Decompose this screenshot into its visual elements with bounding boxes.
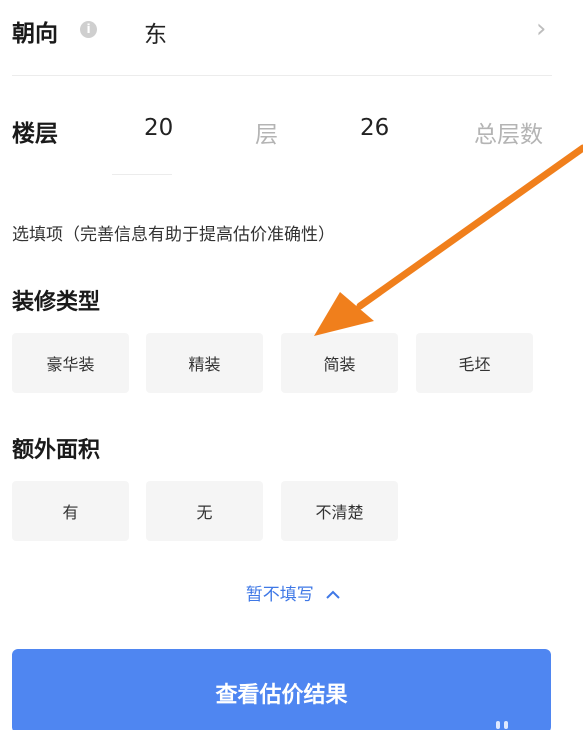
extra-area-title: 额外面积: [12, 438, 101, 463]
total-floors-input[interactable]: 26: [360, 115, 389, 141]
total-floors-unit: 总层数: [474, 122, 543, 148]
chevron-up-icon: [325, 585, 341, 605]
chevron-right-icon: ›: [536, 14, 547, 44]
floor-row: 楼层 20 层 26 总层数: [0, 100, 583, 160]
extra-area-option-no[interactable]: 无: [146, 481, 263, 541]
floor-unit: 层: [255, 122, 278, 148]
decoration-title: 装修类型: [12, 290, 101, 315]
info-icon[interactable]: i: [80, 21, 97, 38]
grip-icon: [496, 719, 512, 730]
orientation-value: 东: [144, 22, 167, 48]
decoration-option-simple[interactable]: 简装: [281, 333, 398, 393]
extra-area-option-yes[interactable]: 有: [12, 481, 129, 541]
orientation-row[interactable]: 朝向 i 东 ›: [0, 0, 583, 76]
divider: [12, 75, 552, 76]
collapse-label: 暂不填写: [245, 585, 314, 605]
extra-area-option-unsure[interactable]: 不清楚: [281, 481, 398, 541]
optional-hint: 选填项（完善信息有助于提高估价准确性）: [12, 225, 335, 245]
collapse-link[interactable]: 暂不填写: [0, 580, 583, 605]
decoration-option-rough[interactable]: 毛坯: [416, 333, 533, 393]
orientation-label: 朝向: [12, 21, 58, 47]
decoration-option-luxury[interactable]: 豪华装: [12, 333, 129, 393]
floor-label: 楼层: [12, 121, 58, 147]
decoration-option-fine[interactable]: 精装: [146, 333, 263, 393]
floor-input[interactable]: 20: [144, 115, 173, 141]
view-result-button[interactable]: 查看估价结果: [12, 649, 551, 730]
floor-input-underline: [112, 174, 172, 175]
